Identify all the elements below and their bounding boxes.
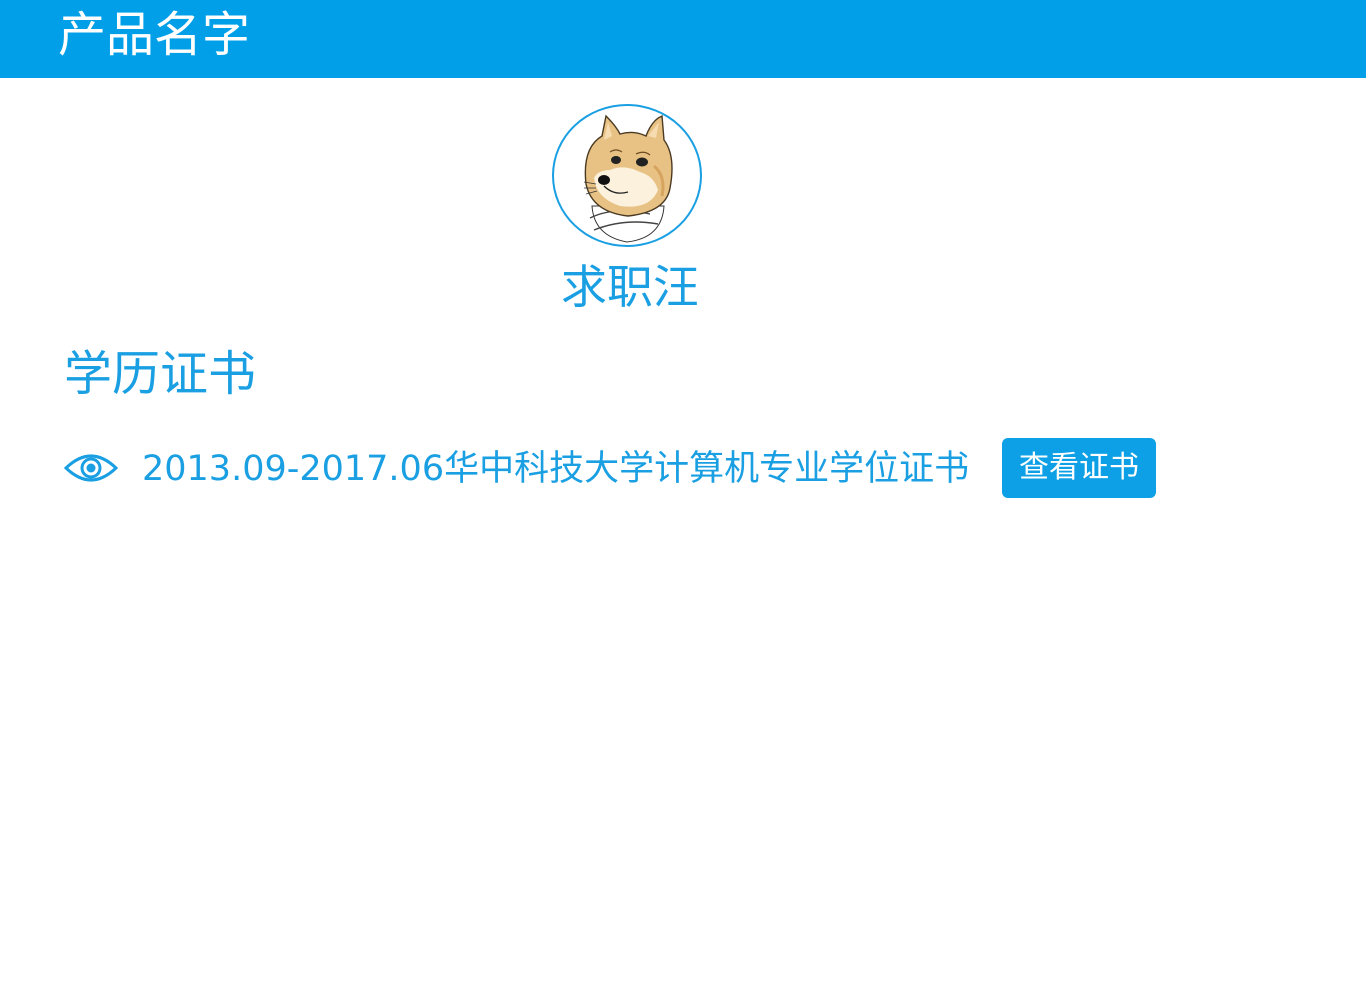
profile-name: 求职汪	[561, 260, 699, 314]
certificate-row: 2013.09-2017.06华中科技大学计算机专业学位证书 查看证书	[63, 438, 1164, 498]
top-bar: 产品名字	[0, 0, 1366, 78]
certificate-description: 2013.09-2017.06华中科技大学计算机专业学位证书	[142, 449, 970, 489]
avatar[interactable]	[552, 104, 702, 247]
section-title: 学历证书	[64, 346, 257, 402]
app-title: 产品名字	[58, 7, 251, 63]
doge-avatar-icon	[583, 114, 673, 243]
eye-icon[interactable]	[63, 450, 119, 486]
view-certificate-button[interactable]: 查看证书	[1002, 438, 1156, 498]
